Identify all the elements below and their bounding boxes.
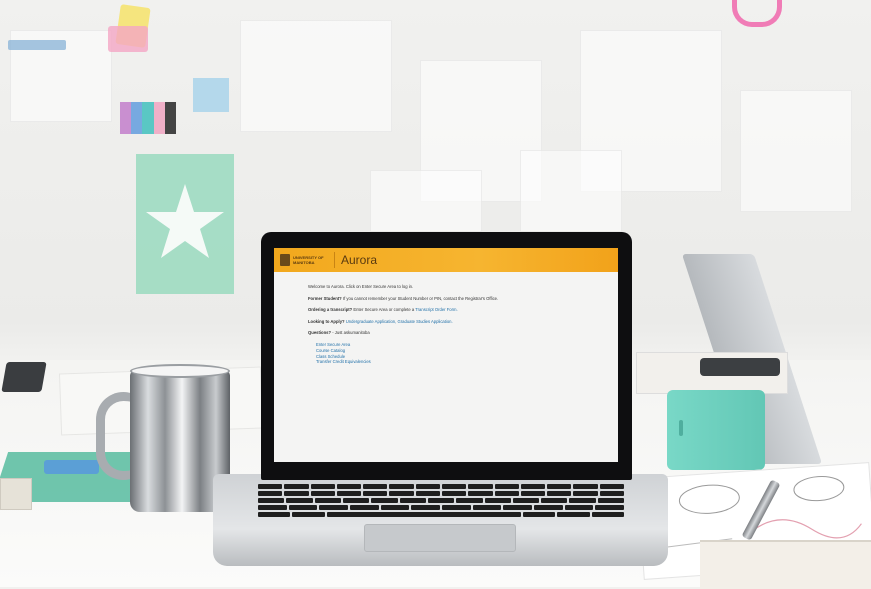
- transfer-credit-link[interactable]: Transfer Credit Equivalencies: [316, 359, 598, 365]
- screen-content: Welcome to Aurora. Click on Enter Secure…: [308, 284, 598, 365]
- welcome-text: Welcome to Aurora. Click on Enter Secure…: [308, 284, 414, 289]
- transcript-order-link[interactable]: Transcript Order Form.: [415, 307, 457, 312]
- wall-note: [740, 90, 852, 212]
- laptop-keyboard: [258, 484, 625, 520]
- sticky-note-pink: [108, 26, 148, 52]
- mint-star-card: [136, 154, 234, 294]
- university-logo-text: UNIVERSITY OF MANITOBA: [293, 255, 324, 265]
- former-student-label: Former Student?: [308, 295, 342, 301]
- star-icon: [146, 184, 224, 258]
- ordering-label: Ordering a transcript?: [308, 307, 353, 313]
- menu-links: Enter Secure Area Course Catalog Class S…: [308, 342, 598, 365]
- former-student-line: Former Student? If you cannot remember y…: [308, 296, 598, 302]
- bluetooth-speaker-icon: [667, 390, 765, 470]
- app-title: Aurora: [341, 253, 378, 267]
- notebook-dark: [1, 362, 47, 392]
- wall-note: [370, 170, 482, 232]
- wall-blue-strip: [8, 40, 66, 50]
- university-logo-icon: [280, 254, 290, 266]
- wall-blue-card: [193, 78, 229, 112]
- phone-device: [700, 358, 780, 376]
- apply-line: Looking to Apply? Undergraduate Applicat…: [308, 319, 598, 325]
- questions-text: - Just askumanitoba: [332, 330, 370, 336]
- undergrad-application-link[interactable]: Undergraduate Application,: [346, 319, 397, 324]
- aurora-banner: UNIVERSITY OF MANITOBA Aurora: [274, 248, 618, 272]
- questions-line: Questions? - Just askumanitoba: [308, 330, 598, 336]
- color-swatch-strip: [120, 102, 177, 134]
- grad-application-link[interactable]: Graduate Studies Application.: [397, 319, 452, 324]
- ordering-text: Enter Secure Area or complete a: [353, 307, 415, 313]
- former-student-text: If you cannot remember your Student Numb…: [342, 295, 499, 301]
- laptop-trackpad: [364, 524, 516, 552]
- notebook-spiral: [700, 540, 871, 589]
- wall-note: [520, 150, 622, 232]
- banner-divider: [334, 252, 335, 268]
- heart-icon: [732, 0, 782, 27]
- ordering-line: Ordering a transcript? Enter Secure Area…: [308, 307, 598, 313]
- questions-label: Questions?: [308, 330, 332, 336]
- apply-label: Looking to Apply?: [308, 318, 345, 324]
- laptop-screen: UNIVERSITY OF MANITOBA Aurora Welcome to…: [274, 248, 618, 462]
- eraser: [44, 460, 99, 474]
- notebook-front: [0, 478, 32, 510]
- wall-note: [240, 20, 392, 132]
